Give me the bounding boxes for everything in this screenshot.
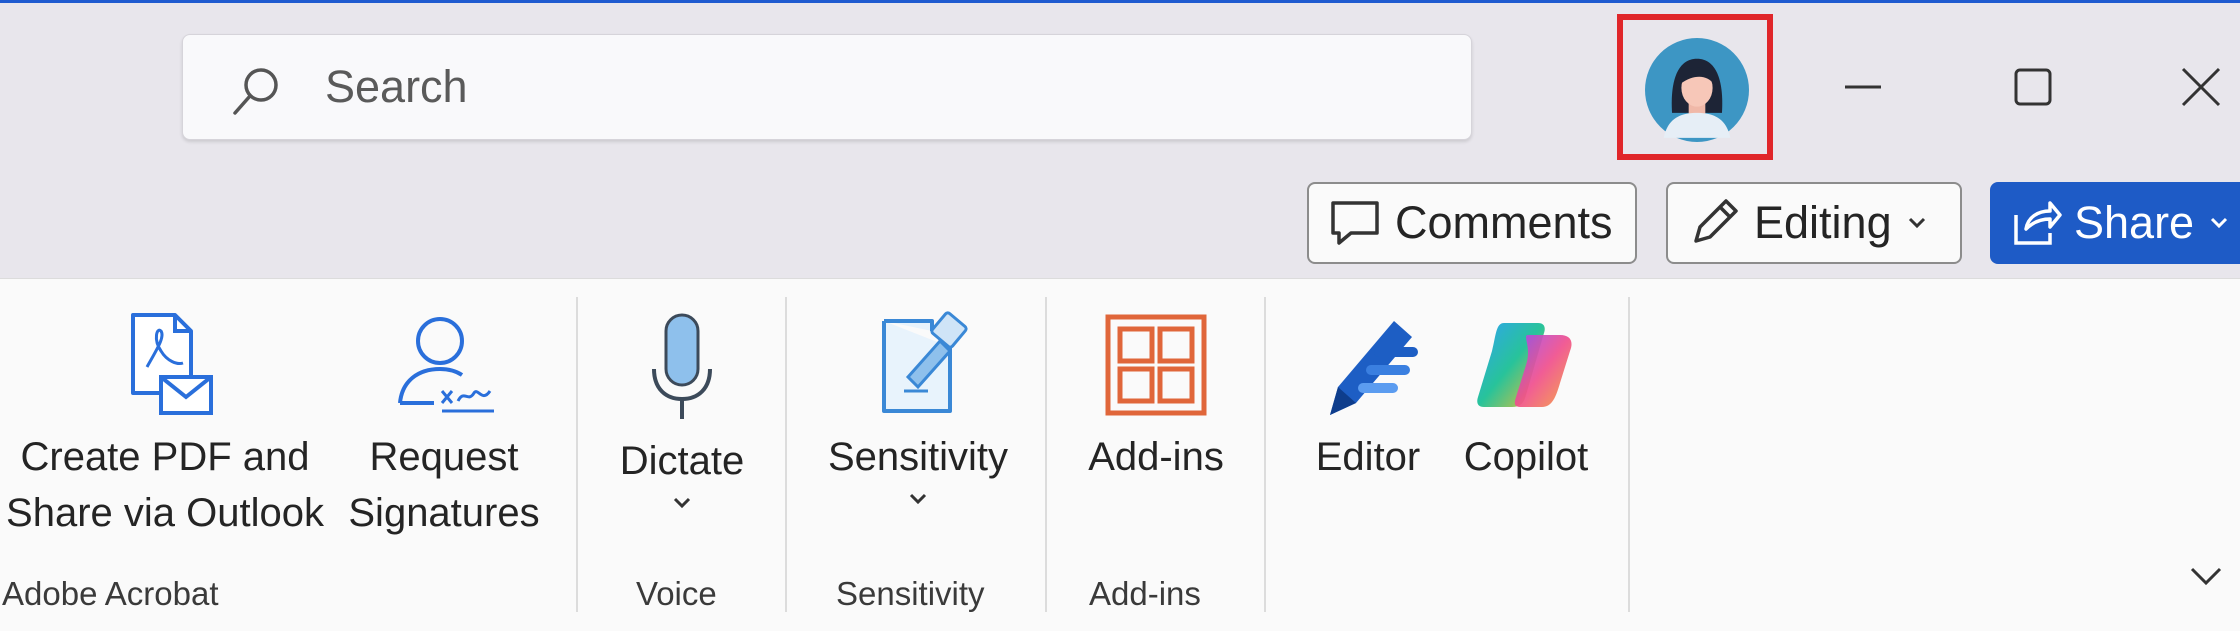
create-pdf-label-2: Share via Outlook (6, 491, 324, 535)
ribbon-separator (785, 297, 787, 612)
signature-icon (398, 317, 494, 413)
ribbon-separator (576, 297, 578, 612)
comment-icon (1331, 201, 1379, 245)
chevron-down-icon[interactable] (906, 487, 930, 511)
comments-label: Comments (1395, 197, 1613, 248)
pencil-icon (1694, 199, 1738, 243)
maximize-button[interactable] (1968, 42, 2098, 132)
minimize-icon (1845, 85, 1881, 89)
window-accent-bar (0, 0, 2240, 3)
avatar-icon (1645, 38, 1749, 142)
addins-icon (1105, 314, 1207, 416)
copilot-button[interactable]: Copilot (1446, 297, 1606, 485)
group-label-add-ins: Add-ins (1089, 575, 1201, 612)
chevron-down-icon[interactable] (670, 491, 694, 515)
dictate-button[interactable]: Dictate (592, 297, 772, 515)
share-button[interactable]: Share (1990, 182, 2240, 264)
close-button[interactable] (2136, 42, 2240, 132)
account-avatar-button[interactable] (1617, 14, 1773, 160)
ribbon-separator (1628, 297, 1630, 612)
sensitivity-label: Sensitivity (827, 435, 1009, 479)
group-label-sensitivity: Sensitivity (836, 575, 985, 612)
request-signatures-label-1: Request (369, 435, 519, 479)
search-box[interactable]: Search (182, 34, 1472, 140)
editing-label: Editing (1754, 197, 1892, 248)
ribbon: Create PDF and Share via Outlook Request… (0, 278, 2240, 631)
add-ins-label: Add-ins (1088, 435, 1224, 479)
copilot-label: Copilot (1463, 435, 1589, 479)
create-pdf-share-outlook-button[interactable]: Create PDF and Share via Outlook (0, 297, 330, 541)
request-signatures-label-2: Signatures (348, 491, 540, 535)
add-ins-button[interactable]: Add-ins (1068, 297, 1244, 485)
search-icon (233, 68, 278, 115)
group-label-voice: Voice (636, 575, 717, 612)
editor-pen-icon (1330, 321, 1418, 415)
editor-label: Editor (1315, 435, 1421, 479)
group-label-adobe-acrobat: Adobe Acrobat (2, 575, 219, 612)
minimize-button[interactable] (1798, 42, 1928, 132)
editing-mode-button[interactable]: Editing (1666, 182, 1962, 264)
request-signatures-button[interactable]: Request Signatures (344, 297, 544, 541)
sensitivity-icon (882, 311, 968, 413)
sensitivity-button[interactable]: Sensitivity (808, 297, 1028, 511)
pdf-mail-icon (131, 313, 213, 415)
maximize-icon (2014, 68, 2052, 106)
microphone-icon (652, 313, 712, 419)
ribbon-collapse-chevron-icon[interactable] (2186, 555, 2226, 595)
editor-button[interactable]: Editor (1290, 297, 1446, 485)
ribbon-separator (1045, 297, 1047, 612)
search-placeholder: Search (325, 61, 468, 112)
chevron-down-icon (2211, 217, 2228, 229)
copilot-icon (1477, 323, 1572, 407)
share-icon (2014, 201, 2062, 245)
comments-button[interactable]: Comments (1307, 182, 1637, 264)
ribbon-separator (1264, 297, 1266, 612)
close-icon (2181, 67, 2221, 107)
chevron-down-icon (1908, 217, 1925, 229)
dictate-label: Dictate (619, 439, 745, 483)
share-label: Share (2074, 197, 2195, 248)
create-pdf-label-1: Create PDF and (20, 435, 310, 479)
